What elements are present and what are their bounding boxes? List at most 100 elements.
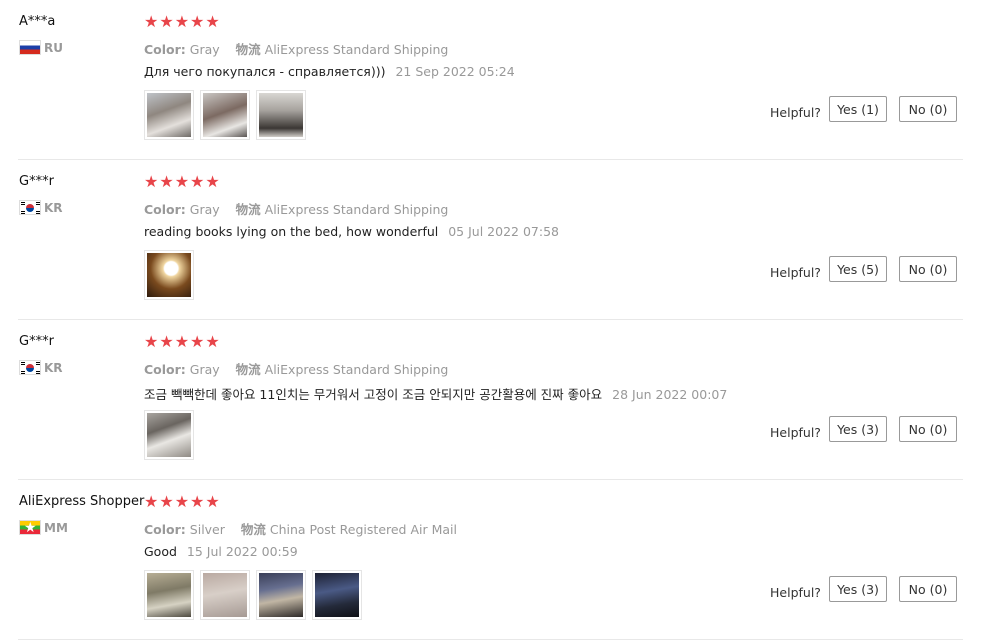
reviewer-country: KR bbox=[19, 200, 63, 215]
star-rating: ★ ★ ★ ★ ★ bbox=[144, 333, 220, 351]
review-photo[interactable] bbox=[144, 90, 194, 140]
star-icon: ★ bbox=[174, 172, 190, 191]
star-icon: ★ bbox=[144, 332, 159, 351]
review-photo[interactable] bbox=[200, 90, 250, 140]
color-value: Gray bbox=[189, 362, 220, 377]
review-photo[interactable] bbox=[256, 570, 306, 620]
star-icon: ★ bbox=[159, 172, 174, 191]
shipping-label: 物流 bbox=[240, 522, 266, 537]
shipping-label: 物流 bbox=[235, 202, 261, 217]
review-date: 05 Jul 2022 07:58 bbox=[448, 224, 559, 239]
review-photo[interactable] bbox=[200, 570, 250, 620]
review-meta: Color: Silver 物流 China Post Registered A… bbox=[144, 519, 457, 538]
review-photos bbox=[144, 410, 194, 460]
shipping-label: 物流 bbox=[235, 362, 261, 377]
flag-mm-icon: ★ bbox=[19, 520, 41, 535]
color-label: Color: bbox=[144, 522, 186, 537]
reviewer-name: AliExpress Shopper bbox=[19, 494, 145, 509]
color-value: Silver bbox=[189, 522, 225, 537]
star-rating: ★ ★ ★ ★ ★ bbox=[144, 13, 220, 31]
star-rating: ★ ★ ★ ★ ★ bbox=[144, 493, 220, 511]
country-code: KR bbox=[44, 200, 63, 215]
review-photos bbox=[144, 90, 306, 140]
star-icon: ★ bbox=[144, 172, 159, 191]
review-date: 21 Sep 2022 05:24 bbox=[395, 64, 515, 79]
helpful-label: Helpful? bbox=[770, 105, 821, 120]
review-text: Для чего покупался - справляется))) bbox=[144, 64, 386, 79]
reviewer-country: RU bbox=[19, 40, 63, 55]
reviewer-country: KR bbox=[19, 360, 63, 375]
flag-kr-icon bbox=[19, 360, 41, 375]
shipping-value: AliExpress Standard Shipping bbox=[264, 362, 449, 377]
color-label: Color: bbox=[144, 202, 186, 217]
helpful-label: Helpful? bbox=[770, 425, 821, 440]
review-meta: Color: Gray 物流 AliExpress Standard Shipp… bbox=[144, 359, 448, 378]
review-photo[interactable] bbox=[256, 90, 306, 140]
star-icon: ★ bbox=[190, 492, 205, 511]
helpful-label: Helpful? bbox=[770, 585, 821, 600]
review-content: Good 15 Jul 2022 00:59 bbox=[144, 544, 298, 559]
review-date: 15 Jul 2022 00:59 bbox=[186, 544, 298, 559]
country-code: MM bbox=[44, 520, 68, 535]
star-icon: ★ bbox=[190, 172, 205, 191]
flag-kr-icon bbox=[19, 200, 41, 215]
review-content: 조금 빽빽한데 좋아요 11인치는 무거워서 고정이 조금 안되지만 공간활용에… bbox=[144, 384, 727, 403]
helpful-yes-button[interactable]: Yes (3) bbox=[829, 416, 887, 442]
review-content: Для чего покупался - справляется))) 21 S… bbox=[144, 64, 515, 79]
review-meta: Color: Gray 物流 AliExpress Standard Shipp… bbox=[144, 39, 448, 58]
star-icon: ★ bbox=[174, 12, 190, 31]
shipping-value: AliExpress Standard Shipping bbox=[264, 202, 449, 217]
review-meta: Color: Gray 物流 AliExpress Standard Shipp… bbox=[144, 199, 448, 218]
review-item: G***r KR ★ ★ ★ ★ ★ Color: Gray 物流 AliExp… bbox=[0, 160, 984, 320]
helpful-no-button[interactable]: No (0) bbox=[899, 256, 957, 282]
review-list: A***a RU ★ ★ ★ ★ ★ Color: Gray 物流 AliExp… bbox=[0, 0, 984, 640]
helpful-yes-button[interactable]: Yes (3) bbox=[829, 576, 887, 602]
review-item: AliExpress Shopper ★ MM ★ ★ ★ ★ ★ Color:… bbox=[0, 480, 984, 640]
star-icon: ★ bbox=[205, 12, 220, 31]
star-icon: ★ bbox=[159, 332, 174, 351]
color-value: Gray bbox=[189, 202, 220, 217]
reviewer-name: A***a bbox=[19, 14, 56, 29]
color-label: Color: bbox=[144, 42, 186, 57]
reviewer-country: ★ MM bbox=[19, 520, 68, 535]
helpful-yes-button[interactable]: Yes (5) bbox=[829, 256, 887, 282]
review-photo[interactable] bbox=[144, 250, 194, 300]
review-text: Good bbox=[144, 544, 177, 559]
star-icon: ★ bbox=[144, 492, 159, 511]
star-rating: ★ ★ ★ ★ ★ bbox=[144, 173, 220, 191]
review-item: G***r KR ★ ★ ★ ★ ★ Color: Gray 物流 AliExp… bbox=[0, 320, 984, 480]
review-date: 28 Jun 2022 00:07 bbox=[612, 387, 728, 402]
review-photos bbox=[144, 250, 194, 300]
star-icon: ★ bbox=[174, 492, 190, 511]
color-value: Gray bbox=[189, 42, 220, 57]
review-photo[interactable] bbox=[144, 410, 194, 460]
star-icon: ★ bbox=[174, 332, 190, 351]
star-icon: ★ bbox=[144, 12, 159, 31]
reviewer-name: G***r bbox=[19, 174, 54, 189]
star-icon: ★ bbox=[205, 492, 220, 511]
helpful-no-button[interactable]: No (0) bbox=[899, 576, 957, 602]
review-item: A***a RU ★ ★ ★ ★ ★ Color: Gray 物流 AliExp… bbox=[0, 0, 984, 160]
shipping-value: China Post Registered Air Mail bbox=[269, 522, 457, 537]
review-text: reading books lying on the bed, how wond… bbox=[144, 224, 439, 239]
helpful-label: Helpful? bbox=[770, 265, 821, 280]
color-label: Color: bbox=[144, 362, 186, 377]
review-photo[interactable] bbox=[312, 570, 362, 620]
star-icon: ★ bbox=[159, 12, 174, 31]
helpful-yes-button[interactable]: Yes (1) bbox=[829, 96, 887, 122]
star-icon: ★ bbox=[205, 172, 220, 191]
helpful-no-button[interactable]: No (0) bbox=[899, 416, 957, 442]
review-photo[interactable] bbox=[144, 570, 194, 620]
reviewer-name: G***r bbox=[19, 334, 54, 349]
country-code: KR bbox=[44, 360, 63, 375]
country-code: RU bbox=[44, 40, 63, 55]
star-icon: ★ bbox=[205, 332, 220, 351]
star-icon: ★ bbox=[190, 332, 205, 351]
helpful-no-button[interactable]: No (0) bbox=[899, 96, 957, 122]
review-text: 조금 빽빽한데 좋아요 11인치는 무거워서 고정이 조금 안되지만 공간활용에… bbox=[144, 387, 603, 402]
star-icon: ★ bbox=[190, 12, 205, 31]
flag-ru-icon bbox=[19, 40, 41, 55]
star-icon: ★ bbox=[159, 492, 174, 511]
review-content: reading books lying on the bed, how wond… bbox=[144, 224, 559, 239]
shipping-value: AliExpress Standard Shipping bbox=[264, 42, 449, 57]
